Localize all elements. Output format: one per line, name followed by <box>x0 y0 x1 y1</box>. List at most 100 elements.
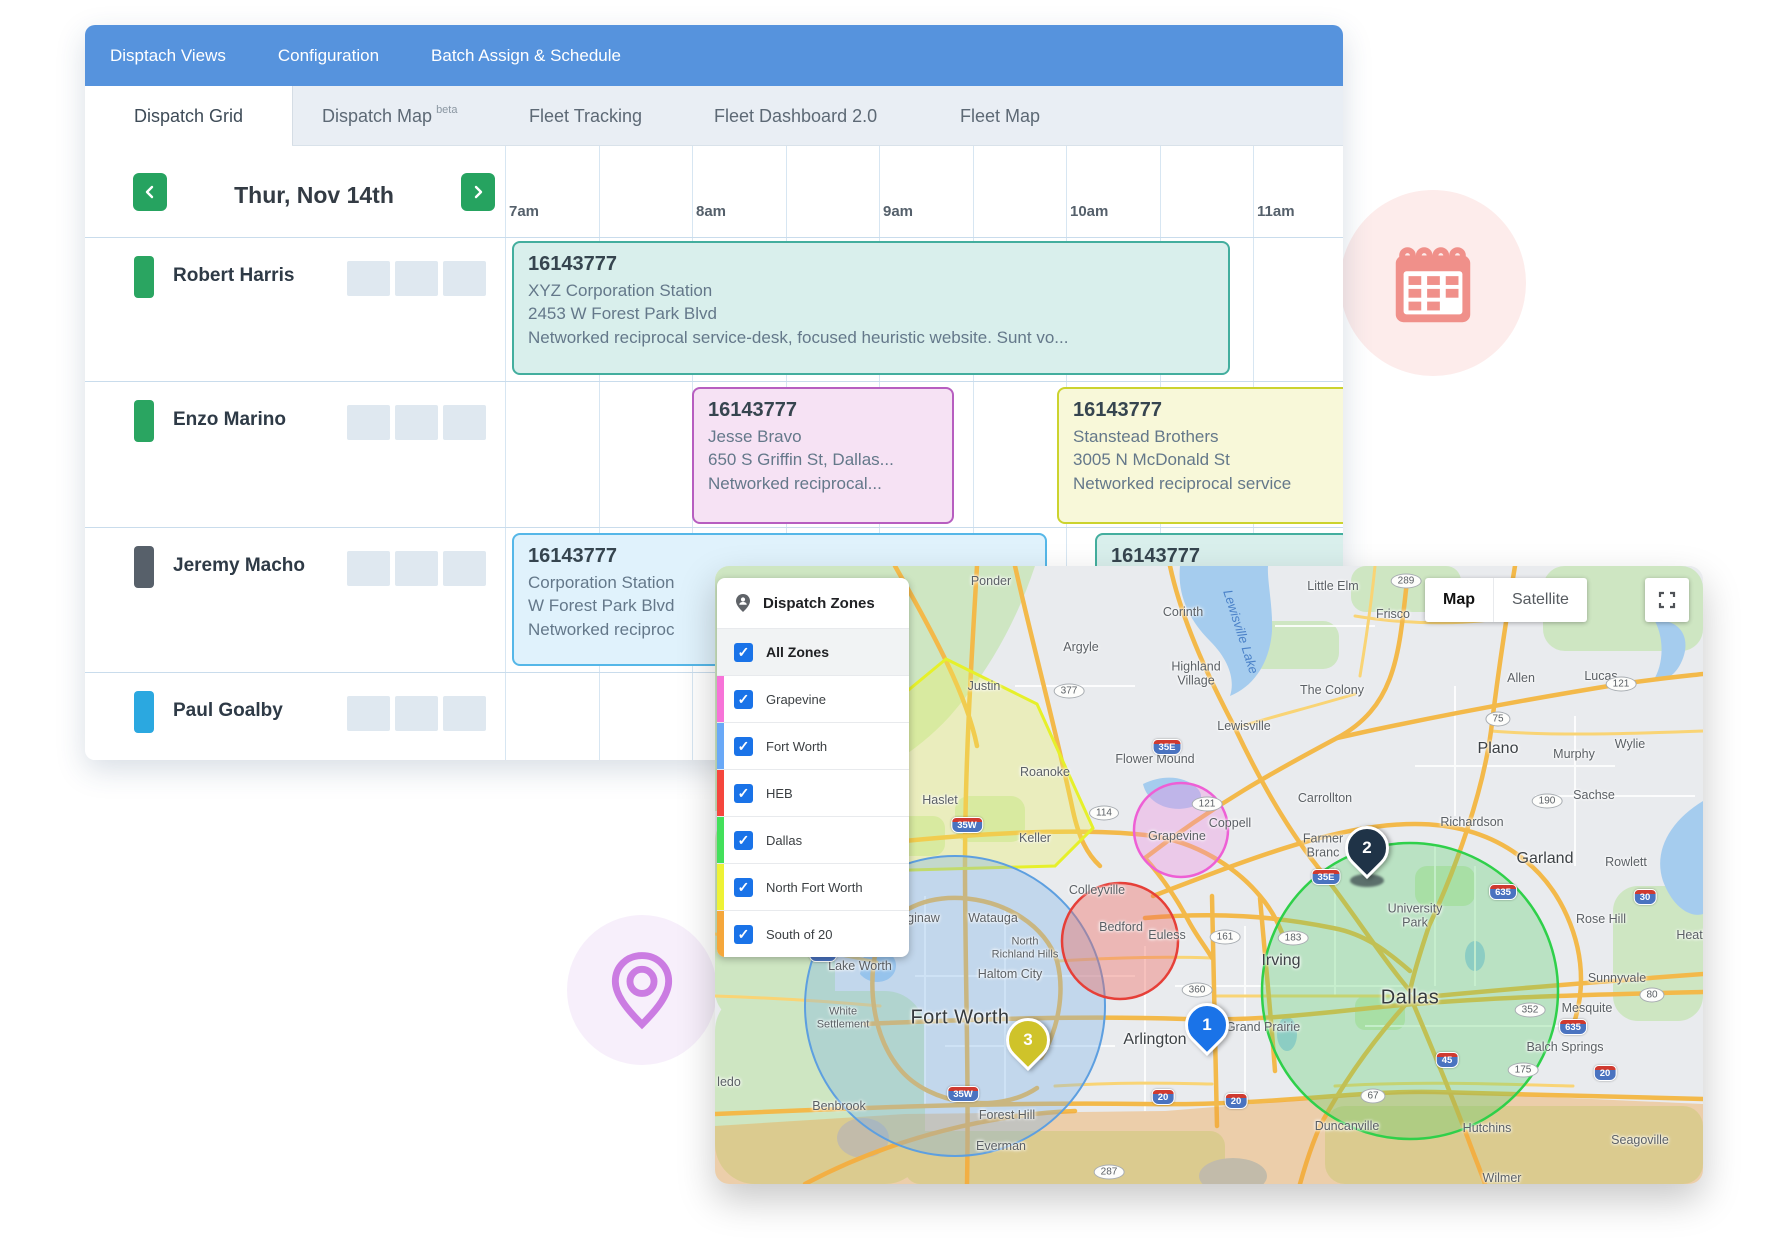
tab-label: Fleet Map <box>960 106 1040 127</box>
placeholder-box <box>347 696 390 731</box>
map-button[interactable]: Map <box>1425 578 1493 622</box>
dispatch-zones-panel: Dispatch Zones ✓ All Zones ✓ Grapevine ✓Fort… <box>717 578 909 957</box>
time-label: 8am <box>696 203 726 220</box>
technician-name: Jeremy Macho <box>173 555 305 577</box>
zone-label: Grapevine <box>766 692 826 707</box>
event-line: Stanstead Brothers <box>1073 425 1341 448</box>
tab-label: Fleet Tracking <box>529 106 642 127</box>
pin-decoration <box>567 915 717 1065</box>
event-id: 16143777 <box>528 253 1214 276</box>
zones-panel-title: Dispatch Zones <box>763 595 875 612</box>
page: Disptach Views Configuration Batch Assign … <box>0 0 1785 1245</box>
event-line: 3005 N McDonald St <box>1073 448 1341 471</box>
tab-bar: Dispatch Grid Dispatch Map beta Fleet Track… <box>85 86 1343 146</box>
tab-fleet-tracking[interactable]: Fleet Tracking <box>529 86 642 146</box>
zone-item-grapevine[interactable]: ✓ Grapevine <box>717 675 909 722</box>
tab-fleet-dashboard-2-0[interactable]: Fleet Dashboard 2.0 <box>714 86 877 146</box>
date-label: Thur, Nov 14th <box>167 182 461 209</box>
event-card[interactable]: 16143777 Jesse Bravo650 S Griffin St, Dal… <box>692 387 954 524</box>
event-id: 16143777 <box>528 545 1031 568</box>
previous-day-button[interactable] <box>133 173 167 211</box>
satellite-button[interactable]: Satellite <box>1493 578 1587 622</box>
tab-separator <box>292 86 293 146</box>
placeholder-box <box>443 261 486 296</box>
chevron-right-icon <box>472 185 484 199</box>
zone-label: HEB <box>766 786 793 801</box>
calendar-decoration <box>1340 190 1526 376</box>
zone-item-fort-worth[interactable]: ✓Fort Worth <box>717 722 909 769</box>
time-label: 7am <box>509 203 539 220</box>
zone-color-bar <box>717 770 724 816</box>
map-type-control: Map Satellite <box>1425 578 1587 622</box>
event-line: Networked reciprocal service-desk, focus… <box>528 326 1214 349</box>
technician-name: Paul Goalby <box>173 700 283 722</box>
fullscreen-button[interactable] <box>1645 578 1689 622</box>
event-line: Jesse Bravo <box>708 425 938 448</box>
tab-label: Dispatch Map <box>322 106 432 127</box>
placeholder-box <box>347 551 390 586</box>
tab-dispatch-map[interactable]: Dispatch Map beta <box>322 86 457 146</box>
zone-color-bar <box>717 911 724 957</box>
tab-dispatch-grid[interactable]: Dispatch Grid <box>85 86 292 146</box>
tab-badge: beta <box>436 104 457 116</box>
zone-checkbox[interactable]: ✓ <box>734 831 753 850</box>
zone-item-heb[interactable]: ✓ HEB <box>717 769 909 816</box>
placeholder-box <box>347 405 390 440</box>
fullscreen-icon <box>1658 591 1676 609</box>
zone-checkbox[interactable]: ✓ <box>734 737 753 756</box>
zone-label: North Fort Worth <box>766 880 863 895</box>
chevron-left-icon <box>144 185 156 199</box>
nav-item-batch-assign-schedule[interactable]: Batch Assign & Schedule <box>431 46 621 66</box>
next-day-button[interactable] <box>461 173 495 211</box>
event-line: 650 S Griffin St, Dallas... <box>708 448 938 471</box>
zone-color-bar <box>717 723 724 769</box>
calendar-icon <box>1384 234 1482 332</box>
status-pill <box>134 400 154 442</box>
marker-label: 1 <box>1188 1006 1226 1044</box>
location-pin-icon <box>599 944 685 1036</box>
marker-label: 3 <box>1009 1021 1047 1059</box>
map-overlay: PonderCorinthLittle ElmFriscoArgyleJusti… <box>715 566 1703 1184</box>
event-line: 2453 W Forest Park Blvd <box>528 302 1214 325</box>
top-nav: Disptach Views Configuration Batch Assign … <box>85 25 1343 86</box>
zone-label: South of 20 <box>766 927 833 942</box>
event-line: Networked reciprocal... <box>708 472 938 495</box>
placeholder-box <box>443 696 486 731</box>
zone-item-all-zones[interactable]: ✓ All Zones <box>717 628 909 675</box>
tab-fleet-map[interactable]: Fleet Map <box>960 86 1040 146</box>
placeholder-box <box>395 551 438 586</box>
technician-name: Enzo Marino <box>173 409 286 431</box>
tab-label: Dispatch Grid <box>134 106 243 127</box>
status-pill <box>134 546 154 588</box>
placeholder-box <box>395 696 438 731</box>
event-id: 16143777 <box>1111 545 1334 568</box>
zones-panel-header: Dispatch Zones <box>717 578 909 628</box>
event-id: 16143777 <box>1073 399 1341 422</box>
zone-color-bar <box>717 864 724 910</box>
zone-checkbox[interactable]: ✓ <box>734 690 753 709</box>
zone-label: Dallas <box>766 833 802 848</box>
tab-label: Fleet Dashboard 2.0 <box>714 106 877 127</box>
event-card[interactable]: 16143777 Stanstead Brothers3005 N McDonal… <box>1057 387 1343 524</box>
time-label: 9am <box>883 203 913 220</box>
technician-name: Robert Harris <box>173 265 294 287</box>
zone-checkbox[interactable]: ✓ <box>734 925 753 944</box>
placeholder-box <box>443 551 486 586</box>
zone-item-south-of-20[interactable]: ✓ South of 20 <box>717 910 909 957</box>
placeholder-box <box>347 261 390 296</box>
time-label: 11am <box>1257 203 1295 220</box>
zone-color-bar <box>717 817 724 863</box>
nav-item-disptach-views[interactable]: Disptach Views <box>110 46 226 66</box>
dispatch-zones-icon <box>733 593 753 613</box>
zone-item-north-fort-worth[interactable]: ✓ North Fort Worth <box>717 863 909 910</box>
placeholder-box <box>395 405 438 440</box>
zone-label: All Zones <box>766 644 829 660</box>
zone-checkbox[interactable]: ✓ <box>734 784 753 803</box>
nav-item-configuration[interactable]: Configuration <box>278 46 379 66</box>
marker-label: 2 <box>1348 829 1386 867</box>
zone-checkbox[interactable]: ✓ <box>734 643 753 662</box>
event-id: 16143777 <box>708 399 938 422</box>
zone-item-dallas[interactable]: ✓ Dallas <box>717 816 909 863</box>
zone-checkbox[interactable]: ✓ <box>734 878 753 897</box>
event-card[interactable]: 16143777XYZ Corporation Station2453 W Fo… <box>512 241 1230 375</box>
